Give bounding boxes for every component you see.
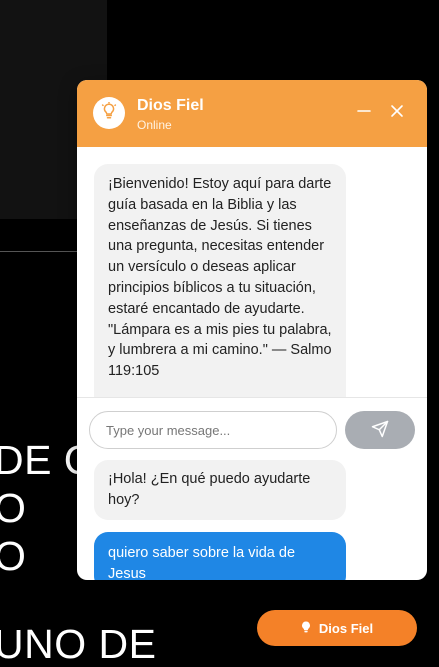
send-icon [371,420,389,441]
minimize-icon [357,104,371,123]
background-heading-line-2: O [0,485,27,531]
composer [77,397,427,468]
lightbulb-icon [301,621,311,636]
background-heading-line-3: O [0,533,27,579]
chat-header: Dios Fiel Online [77,80,427,147]
chat-launcher-label: Dios Fiel [318,620,374,636]
lightbulb-icon [100,101,118,125]
chat-title: Dios Fiel [137,97,204,114]
chat-launcher-button[interactable]: Dios Fiel [257,610,417,646]
background-divider [0,251,80,252]
chat-status: Online [137,118,172,132]
send-button[interactable] [345,411,415,449]
minimize-button[interactable] [355,104,373,122]
user-message: quiero saber sobre la vida de Jesus [94,532,346,580]
assistant-message: ¡Bienvenido! Estoy aquí para darte guía … [94,164,346,397]
close-icon [390,104,404,123]
chat-avatar [93,97,125,129]
assistant-message: ¡Hola! ¿En qué puedo ayudarte hoy? [94,460,346,520]
chat-window: Dios Fiel Online ¡Bienvenido! Estoy aquí… [77,80,427,580]
message-input[interactable] [89,411,337,449]
close-button[interactable] [388,104,406,122]
